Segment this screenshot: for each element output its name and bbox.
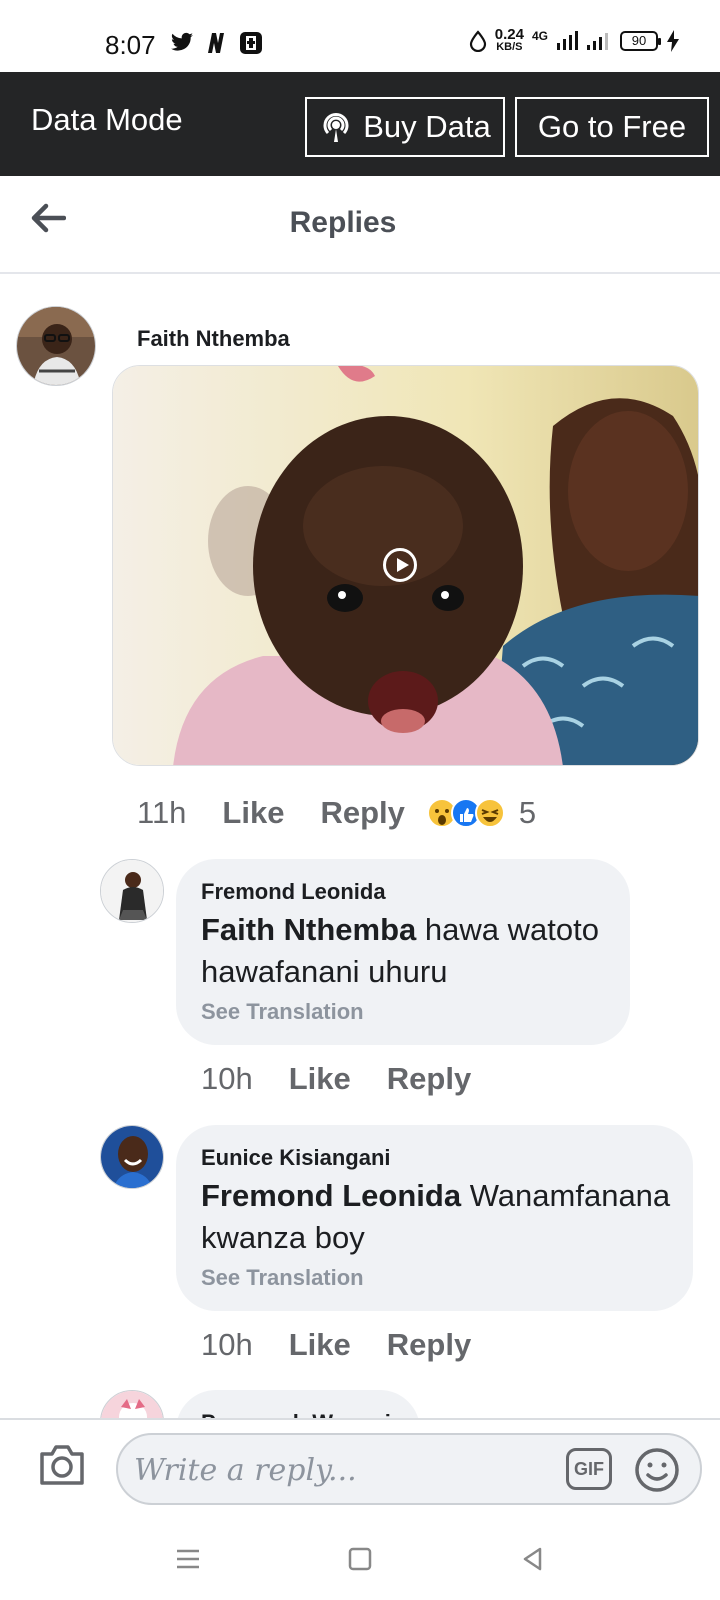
status-time: 8:07 [105,30,156,60]
data-mode-bar: Data Mode Buy Data Go to Free [0,72,720,176]
broadcast-icon [323,113,349,142]
avatar-photo [17,307,95,385]
mention[interactable]: Faith Nthemba [201,912,416,947]
replies-header: Replies [0,176,720,274]
reply-author[interactable]: Fremond Leonida [201,879,386,905]
reply-time: 10h [201,1061,253,1096]
reply-text: Fremond Leonida Wanamfanana kwanza boy [201,1178,671,1255]
twitter-icon [171,32,193,51]
mention[interactable]: Fremond Leonida [201,1178,461,1213]
home-square-icon[interactable] [345,1544,375,1574]
back-triangle-icon[interactable] [518,1544,548,1574]
reply-bubble-eunice[interactable]: Eunice Kisiangani Fremond Leonida Wanamf… [176,1125,693,1311]
reply-input-placeholder: Write a reply... [134,1453,357,1488]
gif-button[interactable]: GIF [566,1448,612,1490]
partial-reply-clip: Pennynah Wangui [0,1380,720,1418]
reply-button[interactable]: Reply [387,1061,471,1097]
system-nav-bar [0,1518,720,1600]
avatar-pennynah[interactable] [100,1390,164,1418]
reply-author[interactable]: Pennynah Wangui [201,1410,391,1418]
n-app-icon [208,33,224,53]
reply-bubble-pennynah[interactable]: Pennynah Wangui [176,1390,420,1418]
reply-actions: 10h Like Reply [201,1061,471,1097]
reactions[interactable] [426,798,505,828]
net-speed-value: 0.24 [494,26,524,43]
reply-input[interactable]: Write a reply... GIF [116,1433,702,1505]
data-mode-title: Data Mode [31,102,183,137]
camera-icon[interactable] [38,1444,86,1486]
play-icon[interactable] [383,548,417,582]
avatar-photo [101,860,163,922]
see-translation-link[interactable]: See Translation [201,1265,364,1291]
video-attachment[interactable] [112,365,699,766]
buy-data-label: Buy Data [363,109,491,144]
reply-composer: Write a reply... GIF [0,1418,720,1518]
news-app-icon [240,32,262,54]
avatar-fremond[interactable] [100,859,164,923]
comment-time: 11h [137,795,187,830]
page-title: Replies [289,206,397,239]
go-to-free-button[interactable]: Go to Free [515,97,709,157]
reaction-count: 5 [518,795,537,830]
reply-author[interactable]: Eunice Kisiangani [201,1145,391,1171]
emoji-icon[interactable] [634,1447,680,1493]
reply-button[interactable]: Reply [387,1327,471,1363]
reply-button[interactable]: Reply [320,795,404,831]
comment-author[interactable]: Faith Nthemba [137,326,290,352]
avatar-photo [101,1126,163,1188]
like-button[interactable]: Like [289,1061,351,1097]
net-speed-unit: KB/S [496,41,523,53]
comment-actions: 11h Like Reply 5 [137,795,536,831]
haha-reaction-icon [474,798,505,828]
data-saver-icon [469,30,486,52]
status-bar: 8:07 0.24 KB/S 4G 90 [0,0,720,72]
reply-text: Faith Nthemba hawa watoto hawafanani uhu… [201,912,599,989]
go-to-free-label: Go to Free [537,109,687,144]
reply-actions: 10h Like Reply [201,1327,471,1363]
like-button[interactable]: Like [289,1327,351,1363]
avatar-eunice[interactable] [100,1125,164,1189]
avatar-photo [101,1391,163,1418]
reply-time: 10h [201,1327,253,1362]
menu-icon[interactable] [173,1544,203,1574]
battery-icon: 90 [620,31,661,51]
signal-icon-2 [587,33,608,50]
see-translation-link[interactable]: See Translation [201,999,364,1025]
charging-icon [667,30,679,52]
reply-bubble-fremond[interactable]: Fremond Leonida Faith Nthemba hawa watot… [176,859,630,1045]
avatar-faith[interactable] [16,306,96,386]
network-type: 4G [531,29,548,43]
like-button[interactable]: Like [222,795,284,831]
signal-icon [557,31,578,50]
buy-data-button[interactable]: Buy Data [305,97,505,157]
